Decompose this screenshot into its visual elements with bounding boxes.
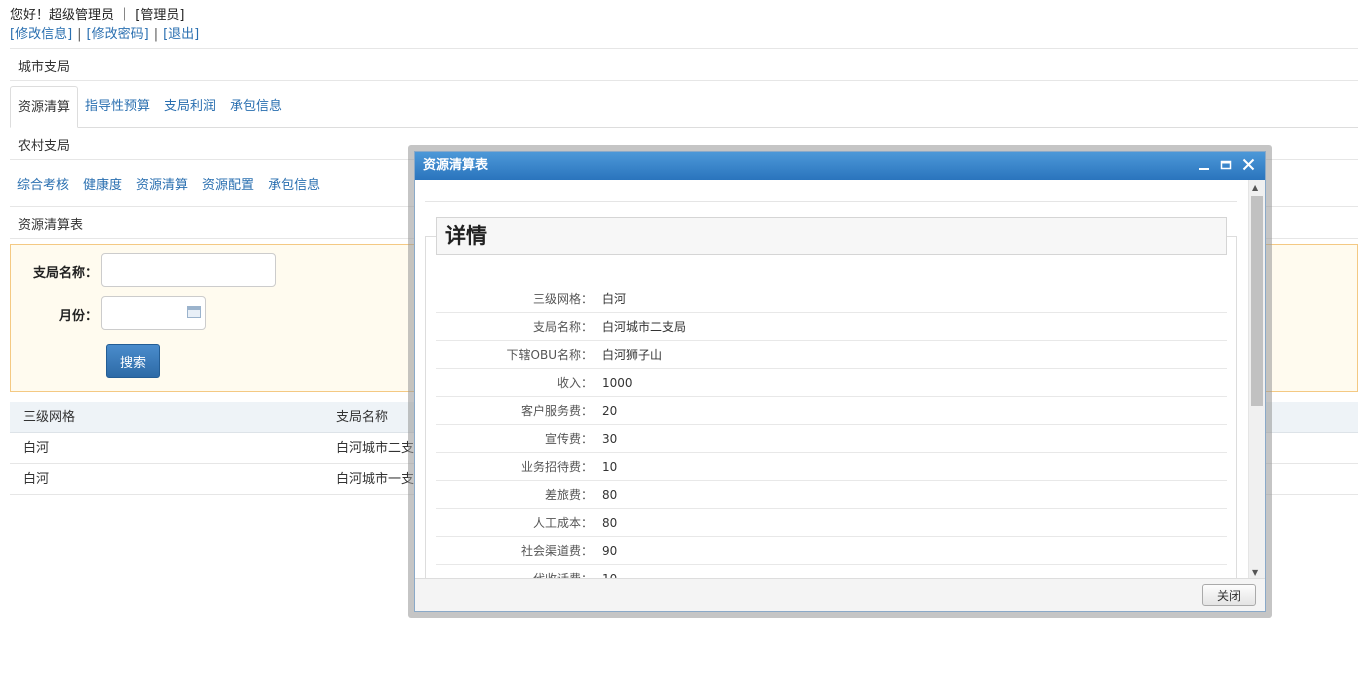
- change-password-link[interactable]: [修改密码]: [87, 27, 149, 42]
- detail-label: 支局名称：: [532, 320, 593, 334]
- rural-section-title: 农村支局: [18, 139, 71, 154]
- detail-row: 收入： 1000: [436, 369, 1227, 397]
- scroll-down-icon[interactable]: ▼: [1252, 568, 1258, 577]
- detail-label: 人工成本：: [532, 516, 593, 530]
- calendar-icon[interactable]: [187, 306, 201, 318]
- detail-label: 客户服务费：: [520, 404, 593, 418]
- tab-city-contract[interactable]: 承包信息: [223, 86, 289, 128]
- month-label: 月份：: [58, 309, 98, 324]
- close-button[interactable]: 关闭: [1202, 584, 1256, 606]
- detail-label: 宣传费：: [544, 432, 593, 446]
- detail-row: 社会渠道费： 90: [436, 537, 1227, 565]
- detail-label: 收入：: [556, 376, 593, 390]
- tab-city-resource-settlement[interactable]: 资源清算: [10, 86, 79, 128]
- tab-rural-contract[interactable]: 承包信息: [261, 165, 327, 207]
- edit-info-link[interactable]: [修改信息]: [10, 27, 72, 42]
- detail-label: 差旅费：: [544, 488, 593, 502]
- divider: [10, 80, 1358, 81]
- detail-row: 人工成本： 80: [436, 509, 1227, 537]
- detail-label: 下辖OBU名称：: [506, 348, 593, 362]
- account-links: [修改信息] | [修改密码] | [退出]: [10, 27, 200, 42]
- logout-link[interactable]: [退出]: [163, 27, 199, 42]
- dialog-title: 资源清算表: [423, 158, 489, 173]
- dialog-footer: 关闭: [415, 578, 1265, 611]
- dialog-content[interactable]: 详情 三级网格： 白河 支局名称： 白河城市二支局 下辖OBU名称： 白河狮子山 收入…: [415, 180, 1249, 580]
- tab-rural-resource-config[interactable]: 资源配置: [195, 165, 261, 207]
- detail-value: 白河城市二支局: [602, 320, 687, 334]
- detail-label: 社会渠道费：: [520, 544, 593, 558]
- city-tabs: 资源清算 指导性预算 支局利润 承包信息: [10, 86, 1358, 128]
- page-title: 资源清算表: [18, 218, 84, 233]
- detail-row: 差旅费： 80: [436, 481, 1227, 509]
- dialog-scrollbar[interactable]: ▲ ▼: [1248, 180, 1265, 580]
- detail-row: 支局名称： 白河城市二支局: [436, 313, 1227, 341]
- dialog-titlebar[interactable]: 资源清算表: [415, 152, 1265, 180]
- divider: [10, 48, 1358, 49]
- detail-row: 业务招待费： 10: [436, 453, 1227, 481]
- cell-grid: 白河: [23, 472, 50, 487]
- tab-rural-health[interactable]: 健康度: [76, 165, 129, 207]
- scroll-thumb[interactable]: [1251, 196, 1263, 406]
- tab-rural-assessment[interactable]: 综合考核: [10, 165, 76, 207]
- month-input[interactable]: [101, 296, 206, 330]
- scroll-up-icon[interactable]: ▲: [1252, 183, 1258, 192]
- detail-row: 三级网格： 白河: [436, 285, 1227, 313]
- close-icon[interactable]: [1239, 157, 1257, 175]
- user-greeting: 您好！超级管理员 ｜ [管理员]: [10, 8, 185, 23]
- detail-value: 80: [602, 516, 618, 530]
- detail-value: 30: [602, 432, 618, 446]
- detail-dialog: 资源清算表 详情 三级网格： 白河 支局名称： 白河城市二支局 下辖OBU名称： 白河…: [414, 151, 1266, 612]
- detail-row: 客户服务费： 20: [436, 397, 1227, 425]
- city-section-title: 城市支局: [18, 60, 71, 75]
- tab-city-budget[interactable]: 指导性预算: [78, 86, 157, 128]
- detail-heading: 详情: [445, 224, 487, 248]
- detail-value: 90: [602, 544, 618, 558]
- detail-value: 80: [602, 488, 618, 502]
- maximize-icon[interactable]: [1217, 157, 1235, 175]
- detail-value: 10: [602, 460, 618, 474]
- cell-grid: 白河: [23, 441, 50, 456]
- branch-name-label: 支局名称：: [32, 266, 98, 281]
- detail-row: 下辖OBU名称： 白河狮子山: [436, 341, 1227, 369]
- column-header-branch[interactable]: 支局名称: [336, 402, 388, 433]
- tab-rural-resource-settlement[interactable]: 资源清算: [129, 165, 195, 207]
- detail-label: 业务招待费：: [520, 460, 593, 474]
- branch-name-input[interactable]: [101, 253, 276, 287]
- detail-label: 三级网格：: [532, 292, 593, 306]
- minimize-icon[interactable]: [1195, 157, 1213, 175]
- detail-legend: 详情: [436, 217, 1227, 255]
- detail-value: 20: [602, 404, 618, 418]
- tab-city-profit[interactable]: 支局利润: [157, 86, 223, 128]
- detail-value: 1000: [602, 376, 633, 390]
- detail-value: 白河: [602, 292, 627, 306]
- detail-row: 宣传费： 30: [436, 425, 1227, 453]
- search-button[interactable]: 搜索: [106, 344, 160, 378]
- detail-value: 白河狮子山: [602, 348, 663, 362]
- column-header-grid[interactable]: 三级网格: [23, 402, 75, 433]
